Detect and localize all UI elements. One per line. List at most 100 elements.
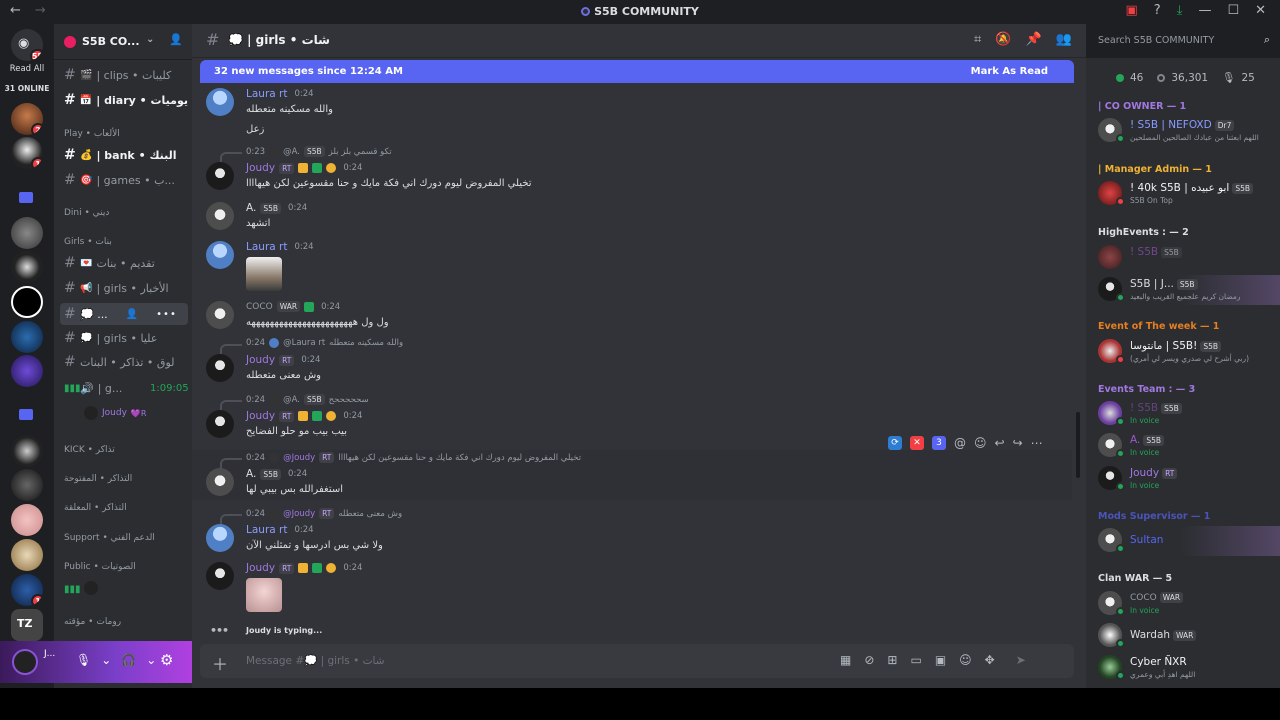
voice-channel[interactable]: ▮▮▮ 🔊 | g... 1:09:05 — [60, 377, 188, 399]
category-public[interactable]: Public • الصوتيات — [64, 562, 136, 572]
avatar[interactable] — [12, 649, 38, 675]
reply-icon[interactable]: ↩ — [995, 436, 1005, 450]
more-icon[interactable]: ••• — [156, 309, 177, 320]
gear-icon[interactable]: ⚙ — [160, 651, 173, 669]
scrollbar[interactable] — [1076, 412, 1080, 478]
member-item[interactable]: مانتوسا | S5B! S5B (ربي أشرح لي صدري ويسر … — [1096, 337, 1276, 367]
close-button[interactable]: ✕ — [1255, 3, 1266, 18]
server-icon-2[interactable]: 1 — [11, 137, 43, 169]
server-icon-5[interactable] — [11, 286, 43, 318]
member-item[interactable]: COCO WAR In voice — [1096, 589, 1276, 619]
threads-icon[interactable]: ⌗ — [974, 32, 981, 47]
reply-preview[interactable]: 0:24 @Laura rt والله مسكينه متعطله — [220, 338, 403, 354]
author-name[interactable]: A. — [246, 468, 256, 480]
author-name[interactable]: Joudy — [246, 162, 275, 174]
avatar[interactable] — [206, 468, 234, 496]
channel-girls-log[interactable]: # لوق • تذاكر • البنات — [60, 351, 188, 373]
author-name[interactable]: A. — [246, 202, 256, 214]
emoji-icon[interactable]: ☺ — [959, 653, 972, 667]
direct-messages-button[interactable]: ◉ 55 — [11, 29, 43, 61]
search-box[interactable]: Search S5B COMMUNITY ⌕ — [1086, 24, 1280, 58]
chevron-down-icon[interactable]: ⌄ — [146, 653, 156, 667]
category-rooms[interactable]: رومات • مؤقته — [64, 617, 121, 627]
author-name[interactable]: Joudy — [246, 354, 275, 366]
author-name[interactable]: COCO — [246, 302, 273, 312]
apps-icon[interactable]: ✥ — [985, 653, 995, 667]
more-icon[interactable]: ⋯ — [1031, 436, 1043, 450]
folder-icon[interactable] — [19, 192, 33, 203]
member-item[interactable]: ! 40k S5B | ابو عبيده S5B S5B On Top — [1096, 179, 1276, 209]
server-icon-3[interactable] — [11, 217, 43, 249]
minimize-button[interactable]: — — [1198, 3, 1211, 18]
category-support[interactable]: Support • الدعم الفني — [64, 533, 155, 543]
channel-bank[interactable]: # 💰 | bank • البنك — [60, 144, 188, 166]
channel-diary[interactable]: # 📅 | diary • يوميات — [60, 89, 188, 111]
chevron-down-icon[interactable]: ⌄ — [101, 653, 111, 667]
no-mic-icon[interactable]: ⊘ — [864, 653, 874, 667]
gif-icon[interactable]: ▭ — [910, 653, 921, 667]
avatar[interactable] — [206, 88, 234, 116]
member-item[interactable]: S5B | J... S5B رمضان كريم علجميع القريب وا… — [1096, 275, 1280, 305]
help-icon[interactable]: ? — [1154, 3, 1161, 18]
author-name[interactable]: Laura rt — [246, 524, 287, 536]
folder-icon[interactable] — [19, 409, 33, 420]
pin-icon[interactable]: 📌 — [1026, 32, 1042, 47]
search-input[interactable]: Search S5B COMMUNITY — [1098, 35, 1214, 46]
avatar[interactable] — [206, 354, 234, 382]
voice-user[interactable]: Joudy 💜R — [84, 406, 146, 420]
channel-games[interactable]: # 🎯 | games • ب... — [60, 169, 188, 191]
avatar[interactable] — [206, 301, 234, 329]
invite-icon[interactable]: 👤 — [126, 309, 138, 320]
server-icon-9[interactable] — [11, 469, 43, 501]
add-reaction-icon[interactable]: ☺ — [974, 436, 987, 450]
reply-preview[interactable]: 0:24 @Joudy RT تخيلي المفروض ليوم دورك اني … — [220, 452, 581, 468]
microphone-icon[interactable]: 🎙 — [76, 653, 91, 667]
forward-icon[interactable]: ↪ — [1013, 436, 1023, 450]
add-attachment-icon[interactable]: ＋ — [212, 651, 228, 675]
channel-girls-news[interactable]: # 📢 | girls • الأخبار — [60, 277, 188, 299]
mute-icon[interactable]: 🔕 — [995, 32, 1011, 47]
server-icon-6[interactable] — [11, 321, 43, 353]
category-tickets-pending[interactable]: التذاكر • المعلقة — [64, 503, 127, 513]
sticker-icon[interactable]: ▣ — [935, 653, 946, 667]
invite-icon[interactable]: 👤 — [169, 33, 183, 46]
server-icon-8[interactable] — [11, 435, 43, 467]
channel-clips[interactable]: # 🎬 | clips • كليبات — [60, 64, 188, 86]
send-icon[interactable]: ➤ — [1016, 653, 1026, 667]
author-name[interactable]: Joudy — [246, 562, 275, 574]
server-icon-10[interactable] — [11, 504, 43, 536]
gift-icon[interactable]: ⊞ — [887, 653, 897, 667]
delete-icon[interactable]: ✕ — [910, 436, 924, 450]
category-dini[interactable]: Dini • ديني — [64, 208, 109, 218]
translate-icon[interactable]: ⟳ — [888, 436, 902, 450]
guild-header[interactable]: S5B CO... ⌄ 👤 — [54, 24, 192, 60]
server-icon-1[interactable]: 2 — [11, 103, 43, 135]
reply-preview[interactable]: 0:23 @A. S5B تكو قسمي بلز بلز — [220, 146, 392, 162]
avatar[interactable] — [206, 202, 234, 230]
maximize-button[interactable]: ☐ — [1227, 3, 1239, 18]
read-all-button[interactable]: Read All — [0, 64, 54, 74]
member-item[interactable]: A. S5B In voice — [1096, 431, 1276, 461]
author-name[interactable]: Joudy — [246, 410, 275, 422]
mention-icon[interactable]: @ — [954, 436, 966, 450]
channel-girls-top[interactable]: # 💭 | girls • عليا — [60, 327, 188, 349]
avatar[interactable] — [206, 241, 234, 269]
avatar[interactable] — [206, 162, 234, 190]
category-kick[interactable]: KICK • تذاكر — [64, 445, 115, 455]
member-item[interactable]: Sultan — [1096, 526, 1280, 556]
server-icon-12[interactable]: 1 — [11, 574, 43, 606]
members-icon[interactable]: 👥 — [1056, 32, 1072, 47]
member-item[interactable]: Wardah WAR — [1096, 621, 1276, 651]
new-messages-bar[interactable]: 32 new messages since 12:24 AM Mark As R… — [200, 60, 1074, 83]
avatar[interactable] — [206, 524, 234, 552]
headphones-icon[interactable]: 🎧 — [121, 653, 136, 667]
author-name[interactable]: Laura rt — [246, 241, 287, 253]
mark-as-read-button[interactable]: Mark As Read — [971, 66, 1048, 77]
category-play[interactable]: Play • الألعاب — [64, 129, 120, 139]
category-girls[interactable]: Girls • بنات — [64, 237, 112, 247]
server-icon-4[interactable] — [11, 251, 43, 283]
member-item[interactable]: ! S5B S5B — [1096, 243, 1276, 273]
message-composer[interactable]: ＋ Message #💭 | girls • شات ▦ ⊘ ⊞ ▭ ▣ ☺ ✥… — [200, 644, 1074, 678]
member-item[interactable]: Cyber ÑXR اللهم اهدِ أبي وعمري — [1096, 653, 1276, 683]
author-name[interactable]: Laura rt — [246, 88, 287, 100]
